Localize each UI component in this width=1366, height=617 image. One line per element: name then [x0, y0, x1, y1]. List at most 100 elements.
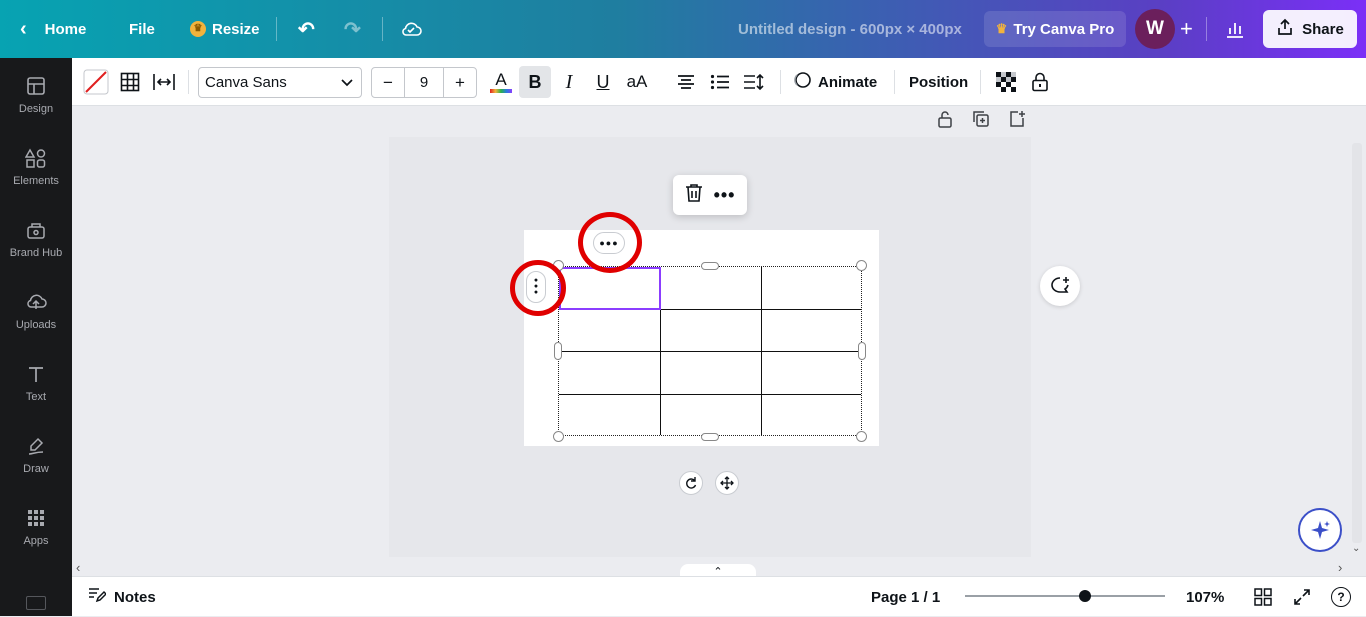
divider — [780, 70, 781, 94]
add-collaborator-icon[interactable]: + — [1180, 0, 1193, 58]
text-color-icon[interactable]: A — [485, 66, 517, 98]
font-size-input[interactable]: 9 — [404, 68, 444, 97]
scroll-down-icon[interactable]: ⌄ — [1352, 543, 1360, 554]
sidebar: Design Elements Brand Hub Uploads Text D… — [0, 58, 72, 616]
sidebar-item-design[interactable]: Design — [0, 76, 72, 115]
trash-icon[interactable] — [685, 183, 703, 208]
file-menu[interactable]: File — [129, 0, 155, 58]
avatar[interactable]: W — [1135, 9, 1175, 49]
redo-icon[interactable]: ↷ — [344, 0, 361, 58]
divider — [894, 70, 895, 94]
top-bar: ‹ Home File ♛ Resize ↶ ↷ Untitled design… — [0, 0, 1366, 58]
grid-view-icon[interactable] — [1254, 577, 1272, 617]
move-icon[interactable] — [715, 471, 739, 495]
sidebar-item-brand-hub[interactable]: Brand Hub — [0, 220, 72, 259]
bottom-bar: Notes Page 1 / 1 107% ? — [72, 576, 1366, 616]
add-page-icon[interactable] — [1008, 110, 1026, 133]
sidebar-item-uploads[interactable]: Uploads — [0, 292, 72, 331]
resize-handle-left[interactable] — [554, 342, 562, 360]
vertical-scrollbar[interactable] — [1352, 143, 1362, 543]
undo-icon[interactable]: ↶ — [298, 0, 315, 58]
table[interactable] — [558, 266, 862, 436]
sidebar-item-elements[interactable]: Elements — [0, 148, 72, 187]
divider — [188, 70, 189, 94]
layout-icon — [26, 76, 46, 99]
notes-button[interactable]: Notes — [88, 577, 156, 617]
resize-handle-bottom[interactable] — [701, 433, 719, 441]
bold-button[interactable]: B — [519, 66, 551, 98]
chevron-left-icon: ‹ — [20, 17, 27, 40]
divider — [382, 17, 383, 41]
resize-button[interactable]: ♛ Resize — [190, 0, 260, 58]
font-size-stepper: − 9 + — [371, 67, 477, 98]
home-button[interactable]: ‹ Home — [20, 0, 86, 58]
table-row-divider — [559, 351, 861, 352]
try-canva-pro-button[interactable]: ♛ Try Canva Pro — [984, 11, 1126, 47]
zoom-slider-knob[interactable] — [1079, 590, 1091, 602]
table-grid-icon[interactable] — [114, 66, 146, 98]
spacing-icon[interactable] — [738, 66, 770, 98]
scroll-left-icon[interactable]: ‹ — [76, 560, 80, 575]
resize-handle-top[interactable] — [701, 262, 719, 270]
editor-toolbar: Canva Sans − 9 + A B I U aA Animate Posi… — [72, 58, 1366, 106]
resize-handle-right[interactable] — [858, 342, 866, 360]
draw-icon — [26, 436, 46, 459]
crown-icon: ♛ — [995, 21, 1008, 36]
align-center-icon[interactable] — [670, 66, 702, 98]
zoom-level[interactable]: 107% — [1186, 577, 1224, 617]
animate-button[interactable]: Animate — [792, 66, 877, 98]
border-color-icon[interactable] — [80, 66, 112, 98]
transparency-icon[interactable] — [990, 66, 1022, 98]
position-button[interactable]: Position — [909, 66, 968, 98]
more-icon[interactable]: ••• — [714, 185, 736, 206]
share-icon — [1276, 18, 1294, 40]
animate-icon — [792, 70, 812, 94]
cloud-save-icon[interactable] — [400, 0, 422, 58]
divider — [276, 17, 277, 41]
lock-icon[interactable] — [1024, 66, 1056, 98]
help-icon[interactable]: ? — [1331, 577, 1351, 617]
add-comment-icon[interactable] — [1040, 266, 1080, 306]
chevron-down-icon — [341, 74, 353, 91]
font-family-select[interactable]: Canva Sans — [198, 67, 362, 98]
resize-handle-bottom-right[interactable] — [856, 431, 867, 442]
upload-icon — [25, 292, 47, 315]
font-size-decrease-button[interactable]: − — [372, 68, 404, 97]
share-button[interactable]: Share — [1263, 10, 1357, 48]
resize-handle-bottom-left[interactable] — [553, 431, 564, 442]
list-icon[interactable] — [704, 66, 736, 98]
brand-icon — [26, 220, 46, 243]
page-indicator[interactable]: Page 1 / 1 — [871, 577, 940, 617]
shapes-icon — [24, 148, 47, 171]
notes-icon — [88, 587, 108, 607]
underline-button[interactable]: U — [587, 66, 619, 98]
font-size-increase-button[interactable]: + — [444, 68, 476, 97]
highlight-circle — [578, 212, 642, 273]
sidebar-item-text[interactable]: Text — [0, 364, 72, 403]
insights-icon[interactable] — [1225, 0, 1245, 58]
lock-page-icon[interactable] — [936, 110, 954, 133]
table-row-divider — [559, 394, 861, 395]
text-icon — [26, 364, 46, 387]
zoom-slider[interactable] — [965, 595, 1165, 597]
scroll-right-icon[interactable]: › — [1338, 560, 1342, 575]
divider — [980, 70, 981, 94]
folder-icon[interactable] — [26, 596, 46, 610]
design-title[interactable]: Untitled design - 600px × 400px — [738, 0, 962, 58]
sidebar-item-draw[interactable]: Draw — [0, 436, 72, 475]
crown-icon: ♛ — [190, 21, 206, 37]
resize-handle-top-right[interactable] — [856, 260, 867, 271]
element-context-menu: ••• — [673, 175, 747, 215]
highlight-circle — [510, 260, 566, 316]
sidebar-item-apps[interactable]: Apps — [0, 508, 72, 547]
magic-assistant-icon[interactable] — [1298, 508, 1342, 552]
duplicate-page-icon[interactable] — [972, 110, 990, 133]
rotate-icon[interactable] — [679, 471, 703, 495]
column-width-icon[interactable] — [148, 66, 180, 98]
divider — [1206, 17, 1207, 41]
letter-case-button[interactable]: aA — [621, 66, 653, 98]
fullscreen-icon[interactable] — [1293, 577, 1311, 617]
italic-button[interactable]: I — [553, 66, 585, 98]
selected-table-cell[interactable] — [559, 267, 661, 310]
table-col-divider — [761, 267, 762, 435]
